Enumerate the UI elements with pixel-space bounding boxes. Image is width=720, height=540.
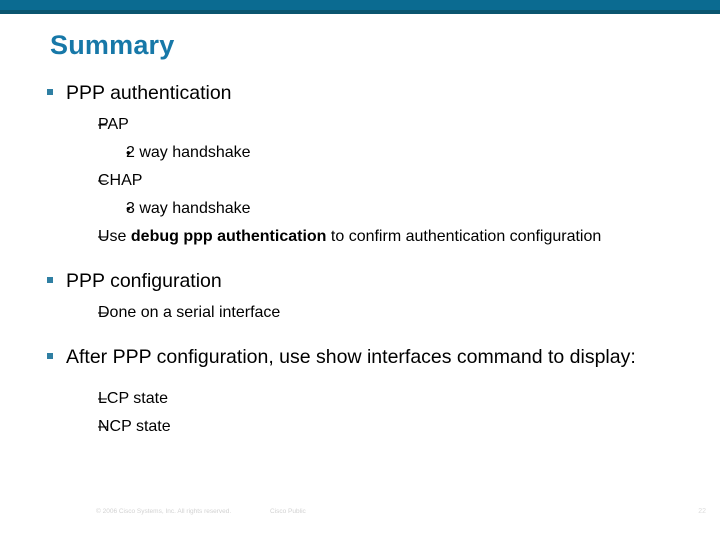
square-bullet-icon (47, 277, 53, 283)
dash-bullet-icon: – (98, 304, 107, 321)
bullet-level3-label: 2 way handshake (126, 144, 251, 161)
dash-bullet-icon: – (98, 390, 107, 407)
bullet-level1-ppp-authentication: PPP authentication (44, 80, 684, 106)
dash-bullet-icon: – (98, 172, 107, 189)
page-number: 22 (698, 508, 706, 515)
bullet-level1-show-interfaces: After PPP configuration, use show interf… (44, 344, 684, 370)
dash-bullet-icon: – (98, 116, 107, 133)
bullet-level2-ncp-state: – NCP state (44, 416, 684, 438)
bullet-level1-label: PPP authentication (66, 82, 232, 104)
page-title: Summary (50, 30, 175, 60)
bullet-level3-3-way-handshake: • 3 way handshake (44, 198, 684, 220)
bullet-level2-serial-interface: – Done on a serial interface (44, 302, 684, 324)
bullet-level2-debug-command: – Use debug ppp authentication to confirm… (44, 226, 684, 248)
square-bullet-icon (47, 89, 53, 95)
bullet-level2-label: NCP state (98, 418, 171, 435)
top-accent-bar (0, 0, 720, 10)
bullet-level3-2-way-handshake: • 2 way handshake (44, 142, 684, 164)
square-bullet-icon (47, 353, 53, 359)
bullet-level2-text-command: debug ppp authentication (130, 228, 327, 245)
bullet-level3-label: 3 way handshake (126, 200, 251, 217)
bullet-level1-label: PPP configuration (66, 270, 222, 292)
bullet-level1-ppp-configuration: PPP configuration (44, 268, 684, 294)
dot-bullet-icon: • (126, 201, 131, 216)
slide-footer: © 2006 Cisco Systems, Inc. All rights re… (0, 508, 720, 528)
bullet-list: PPP authentication – PAP • 2 way handsha… (44, 80, 684, 438)
dot-bullet-icon: • (126, 145, 131, 160)
bullet-level2-chap: – CHAP (44, 170, 684, 192)
dash-bullet-icon: – (98, 418, 107, 435)
bullet-level2-label: LCP state (98, 390, 168, 407)
bullet-level2-pap: – PAP (44, 114, 684, 136)
dash-bullet-icon: – (98, 228, 107, 245)
bullet-level2-label: Done on a serial interface (98, 304, 281, 321)
bullet-level1-label: After PPP configuration, use show interf… (66, 346, 636, 368)
copyright-text: © 2006 Cisco Systems, Inc. All rights re… (96, 508, 232, 515)
bullet-level2-lcp-state: – LCP state (44, 388, 684, 410)
slide-body: Summary PPP authentication – PAP • 2 way… (0, 14, 720, 540)
bullet-level2-text-post: to confirm authentication configuration (326, 228, 602, 245)
classification-text: Cisco Public (270, 508, 306, 515)
